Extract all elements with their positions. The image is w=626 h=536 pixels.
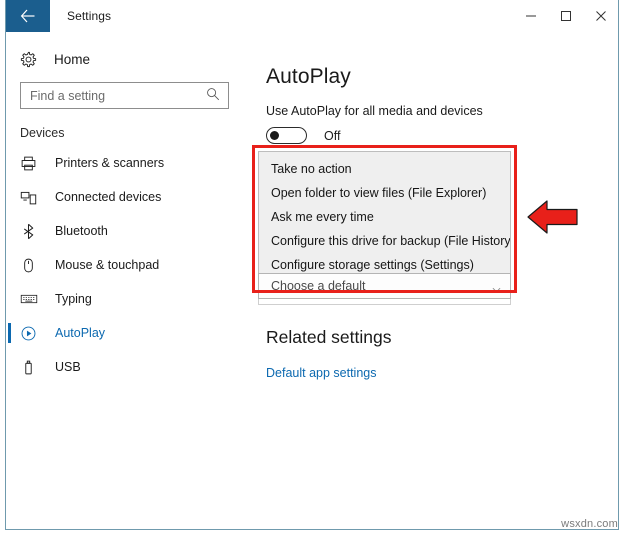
autoplay-toggle[interactable] bbox=[266, 127, 307, 144]
minimize-button[interactable] bbox=[513, 0, 548, 32]
screenshot-root: Settings Home Find a setting Devices Pri… bbox=[0, 0, 626, 536]
window-controls bbox=[513, 0, 618, 32]
sidebar-item-label: Bluetooth bbox=[55, 224, 108, 238]
dropdown-selected-text: Choose a default bbox=[271, 279, 366, 293]
main-content: AutoPlay Use AutoPlay for all media and … bbox=[245, 32, 618, 529]
autoplay-icon bbox=[20, 325, 50, 342]
back-arrow-icon bbox=[20, 9, 35, 23]
autoplay-toggle-state: Off bbox=[324, 128, 341, 143]
sidebar-item-typing[interactable]: Typing bbox=[6, 282, 245, 316]
toggle-knob bbox=[270, 131, 279, 140]
watermark: wsxdn.com bbox=[561, 518, 618, 530]
autoplay-toggle-row: Off bbox=[266, 127, 618, 144]
keyboard-icon bbox=[20, 290, 50, 308]
search-input[interactable] bbox=[21, 84, 201, 107]
mouse-icon bbox=[20, 257, 50, 274]
sidebar-item-label: Connected devices bbox=[55, 190, 162, 204]
dropdown-option[interactable]: Take no action bbox=[259, 157, 510, 181]
bluetooth-icon bbox=[20, 223, 50, 240]
gear-icon bbox=[20, 51, 50, 68]
related-settings-section: Related settings Default app settings bbox=[266, 327, 392, 382]
search-box[interactable] bbox=[20, 82, 229, 109]
close-icon bbox=[595, 11, 606, 21]
sidebar-item-label: USB bbox=[55, 360, 81, 374]
sidebar-section-label: Devices bbox=[20, 126, 65, 140]
dropdown-option[interactable]: Configure this drive for backup (File Hi… bbox=[259, 229, 510, 253]
back-button[interactable] bbox=[6, 0, 50, 32]
default-app-settings-link[interactable]: Default app settings bbox=[266, 366, 377, 380]
sidebar-item-autoplay[interactable]: AutoPlay bbox=[6, 316, 245, 350]
sidebar-item-label: Printers & scanners bbox=[55, 156, 165, 170]
search-icon[interactable] bbox=[206, 87, 220, 106]
usb-icon bbox=[20, 359, 50, 376]
window-title: Settings bbox=[67, 9, 112, 23]
dropdown-option[interactable]: Ask me every time bbox=[259, 205, 510, 229]
sidebar-item-home[interactable]: Home bbox=[6, 42, 245, 76]
title-bar: Settings bbox=[6, 0, 618, 32]
sidebar-item-printers-and-scanners[interactable]: Printers & scanners bbox=[6, 146, 245, 180]
autoplay-dropdown-selected-value[interactable]: Choose a default bbox=[258, 273, 511, 299]
sidebar-item-usb[interactable]: USB bbox=[6, 350, 245, 384]
sidebar-item-mouse-and-touchpad[interactable]: Mouse & touchpad bbox=[6, 248, 245, 282]
window-body: Home Devices bbox=[6, 32, 618, 529]
sidebar-item-label: AutoPlay bbox=[55, 326, 106, 340]
sidebar-item-label: Mouse & touchpad bbox=[55, 258, 160, 272]
chevron-down-icon[interactable] bbox=[492, 282, 501, 296]
minimize-icon bbox=[525, 15, 536, 17]
sidebar-item-connected-devices[interactable]: Connected devices bbox=[6, 180, 245, 214]
dropdown-option[interactable]: Open folder to view files (File Explorer… bbox=[259, 181, 510, 205]
page-title: AutoPlay bbox=[266, 65, 351, 88]
maximize-button[interactable] bbox=[548, 0, 583, 32]
sidebar-item-label: Typing bbox=[55, 292, 92, 306]
sidebar: Home Devices bbox=[6, 32, 245, 529]
settings-window: Settings Home Find a setting Devices Pri… bbox=[5, 0, 619, 530]
printer-icon bbox=[20, 155, 50, 172]
autoplay-toggle-label: Use AutoPlay for all media and devices bbox=[266, 104, 483, 118]
close-button[interactable] bbox=[583, 0, 618, 32]
maximize-icon bbox=[560, 11, 571, 21]
left-arrow-annotation bbox=[527, 200, 578, 234]
sidebar-item-bluetooth[interactable]: Bluetooth bbox=[6, 214, 245, 248]
autoplay-dropdown-list[interactable]: Take no action Open folder to view files… bbox=[258, 151, 511, 284]
sidebar-home-label: Home bbox=[54, 51, 91, 67]
connected-devices-icon bbox=[20, 189, 50, 206]
related-settings-title: Related settings bbox=[266, 327, 392, 347]
